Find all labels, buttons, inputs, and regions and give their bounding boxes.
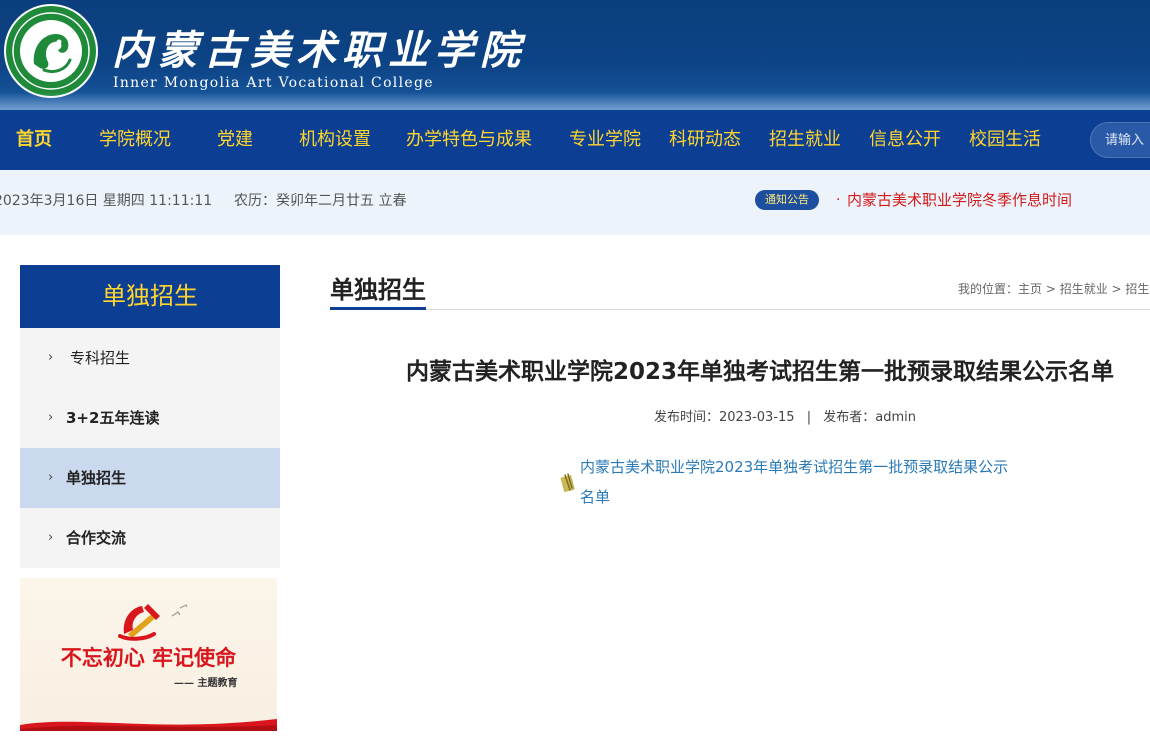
school-name-chinese: 内蒙古美术职业学院 — [112, 27, 526, 74]
sidebar-item-junior-college[interactable]: › 专科招生 — [20, 328, 280, 388]
section-divider — [330, 309, 1150, 310]
attachment-link[interactable]: 内蒙古美术职业学院2023年单独考试招生第一批预录取结果公示名单 — [580, 452, 1010, 512]
publisher-label: 发布者： — [823, 410, 876, 425]
section-title-underline — [330, 307, 426, 310]
notice-bullet: · — [836, 192, 841, 208]
nav-item-overview[interactable]: 学院概况 — [99, 110, 171, 170]
breadcrumb-item-admissions[interactable]: 招生就业 — [1060, 282, 1108, 296]
sidebar-menu: › 专科招生 › 3+2五年连读 › 单独招生 › 合作交流 — [20, 328, 280, 568]
sidebar-item-label: 单独招生 — [66, 469, 127, 487]
nav-item-party[interactable]: 党建 — [217, 110, 253, 170]
publish-date: 2023-03-15 — [719, 410, 795, 425]
chevron-right-icon: › — [48, 410, 54, 425]
nav-item-campus-life[interactable]: 校园生活 — [969, 110, 1041, 170]
publisher-name: admin — [875, 410, 916, 425]
article-title: 内蒙古美术职业学院2023年单独考试招生第一批预录取结果公示名单 — [406, 359, 1115, 385]
main-navigation: 首页 学院概况 党建 机构设置 办学特色与成果 专业学院 科研动态 招生就业 信… — [0, 110, 1150, 170]
nav-item-departments[interactable]: 机构设置 — [299, 110, 371, 170]
search-box[interactable] — [1090, 122, 1150, 158]
sidebar-item-single-admission[interactable]: › 单独招生 — [20, 448, 280, 508]
sidebar-item-five-year[interactable]: › 3+2五年连读 — [20, 388, 280, 448]
publish-label: 发布时间： — [654, 410, 720, 425]
header-glow-decoration — [0, 92, 1150, 110]
banner-slogan: 不忘初心 牢记使命 — [60, 646, 237, 670]
sidebar-item-label: 3+2五年连读 — [66, 409, 160, 427]
section-title: 单独招生 — [330, 276, 426, 304]
chevron-right-icon: › — [48, 530, 54, 545]
nav-item-disclosure[interactable]: 信息公开 — [869, 110, 941, 170]
sidebar-title: 单独招生 — [20, 265, 280, 328]
party-emblem-icon — [118, 604, 188, 641]
nav-item-schools[interactable]: 专业学院 — [569, 110, 641, 170]
sidebar-item-label: 合作交流 — [66, 529, 127, 547]
current-date: 2023年3月16日 星期四 11:11:11 — [0, 193, 213, 209]
breadcrumb-item-admission-info[interactable]: 招生信息 — [1125, 282, 1150, 296]
theme-education-banner[interactable]: 不忘初心 牢记使命 —— 主题教育 — [20, 578, 277, 731]
nav-item-admissions[interactable]: 招生就业 — [769, 110, 841, 170]
chevron-right-icon: › — [48, 350, 54, 365]
notice-badge: 通知公告 — [755, 190, 819, 210]
breadcrumb-separator: > — [1042, 282, 1060, 296]
red-ribbon-decoration — [20, 719, 277, 731]
search-input[interactable] — [1105, 130, 1150, 150]
article-meta: 发布时间：2023-03-15 | 发布者：admin — [654, 406, 916, 425]
breadcrumb-prefix: 我的位置： — [958, 282, 1019, 296]
college-logo-icon[interactable] — [4, 4, 98, 98]
chevron-right-icon: › — [48, 470, 54, 485]
banner-subtitle: —— 主题教育 — [174, 678, 238, 689]
school-name-english: Inner Mongolia Art Vocational College — [113, 75, 434, 91]
info-bar: 2023年3月16日 星期四 11:11:11 农历：癸卯年二月廿五 立春 通知… — [0, 170, 1150, 235]
lunar-date: 农历：癸卯年二月廿五 立春 — [234, 193, 407, 209]
breadcrumb-item-home[interactable]: 主页 — [1018, 282, 1042, 296]
breadcrumb-separator: > — [1107, 282, 1126, 296]
nav-item-research[interactable]: 科研动态 — [669, 110, 741, 170]
breadcrumb: 我的位置：主页 > 招生就业 > 招生信息 — [958, 280, 1150, 297]
sidebar-item-label: 专科招生 — [70, 349, 131, 367]
attachment-icon — [560, 473, 575, 493]
nav-item-features[interactable]: 办学特色与成果 — [406, 110, 532, 170]
nav-item-home[interactable]: 首页 — [16, 110, 52, 170]
sidebar-item-cooperation[interactable]: › 合作交流 — [20, 508, 280, 568]
site-header: 内蒙古美术职业学院 Inner Mongolia Art Vocational … — [0, 0, 1150, 110]
notice-link[interactable]: 内蒙古美术职业学院冬季作息时间 — [847, 170, 1072, 230]
meta-separator: | — [806, 410, 812, 425]
